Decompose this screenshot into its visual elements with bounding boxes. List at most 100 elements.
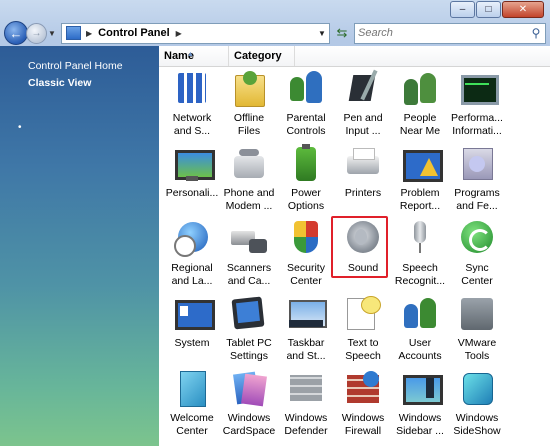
task-pane: Control Panel Home • Classic View [0,46,159,446]
icon-part [403,375,443,405]
item-label: Parental Controls [286,112,326,137]
control-panel-window: – □ ✕ ← → ▼ ▶ Control Panel ▶ ▼ ⇆ ⚲ Cont… [0,0,550,446]
icon-part [353,148,375,160]
forward-button[interactable]: → [26,22,47,44]
item-label: Text to Speech [345,337,381,362]
control-panel-item[interactable]: Offline Files [220,69,278,138]
security-center-icon [286,219,326,259]
control-panel-item[interactable]: Phone and Modem ... [220,144,278,213]
control-panel-item[interactable]: System [163,294,221,350]
search-input[interactable] [355,23,527,43]
control-panel-item[interactable]: Windows Sidebar ... [391,369,449,438]
item-label: Windows Defender [284,412,328,437]
item-label: Printers [344,187,382,199]
power-options-icon [286,144,326,184]
icon-part [180,371,206,407]
control-panel-item[interactable]: Personali... [163,144,221,200]
control-panel-home-link[interactable]: Control Panel Home [28,60,123,72]
control-panel-item[interactable]: Parental Controls [277,69,335,138]
maximize-button[interactable]: □ [476,1,501,18]
control-panel-item[interactable]: User Accounts [391,294,449,363]
icon-part [463,373,493,405]
icon-part [236,300,260,324]
control-panel-item[interactable]: Text to Speech [334,294,392,363]
refresh-button[interactable]: ⇆ [332,24,352,43]
programs-features-icon [457,144,497,184]
control-panel-item[interactable]: Windows Defender [277,369,335,438]
search-box[interactable]: ⚲ [354,22,546,44]
control-panel-item[interactable]: Printers [334,144,392,200]
control-panel-item[interactable]: Tablet PC Settings [220,294,278,363]
item-label: Taskbar and St... [286,337,326,362]
classic-view-link[interactable]: Classic View [28,77,91,89]
icon-part [363,371,379,387]
control-panel-item[interactable]: Programs and Fe... [448,144,506,213]
performance-icon [457,69,499,109]
control-panel-item[interactable]: Scanners and Ca... [220,219,278,288]
close-button[interactable]: ✕ [502,1,544,18]
control-panel-item[interactable]: Sound [331,216,392,278]
control-panel-item[interactable]: Pen and Input ... [334,69,392,138]
icon-part [465,83,489,85]
sort-ascending-icon: ▲ [187,51,194,58]
icon-part [241,373,267,407]
icon-part [290,77,304,101]
user-accounts-icon [400,294,440,334]
vmware-tools-icon [457,294,497,334]
column-category[interactable]: Category [229,46,295,66]
phone-modem-icon [229,144,269,184]
icon-part [178,73,206,103]
icon-part [239,149,259,156]
control-panel-item[interactable]: Regional and La... [163,219,221,288]
minimize-button[interactable]: – [450,1,475,18]
recent-pages-dropdown[interactable]: ▼ [48,29,56,38]
control-panel-item[interactable]: Windows Firewall [334,369,392,438]
parental-controls-icon [286,69,326,109]
item-label: Windows SideShow [453,412,501,437]
address-bar[interactable]: ▶ Control Panel ▶ ▼ [61,22,330,44]
cardspace-icon [229,369,269,409]
control-panel-item[interactable]: Power Options [277,144,335,213]
address-dropdown-icon[interactable]: ▼ [315,29,329,38]
control-panel-item[interactable]: Security Center [277,219,335,288]
search-icon[interactable]: ⚲ [527,26,545,40]
icon-part [306,71,322,103]
icon-part [290,375,322,401]
item-label: Network and S... [172,112,212,137]
breadcrumb-chevron-icon[interactable]: ▶ [86,29,92,38]
breadcrumb-control-panel[interactable]: Control Panel [98,27,170,39]
offline-files-icon [229,69,269,109]
breadcrumb-chevron-icon[interactable]: ▶ [176,29,182,38]
column-name[interactable]: Name ▲ [159,46,229,66]
control-panel-item[interactable]: Windows SideShow [448,369,506,438]
control-panel-item[interactable]: Problem Report... [391,144,449,213]
item-label: Speech Recognit... [394,262,446,287]
control-panel-item[interactable]: VMware Tools [448,294,506,363]
control-panel-item[interactable]: Windows CardSpace [220,369,278,438]
icon-part [302,144,310,149]
control-panel-item[interactable]: Taskbar and St... [277,294,335,363]
control-panel-item[interactable]: Sync Center [448,219,506,288]
icon-part [296,147,316,181]
tablet-pc-icon [229,294,269,334]
sideshow-icon [457,369,497,409]
problem-reports-icon [400,144,443,184]
item-label: VMware Tools [457,337,497,362]
item-label: Phone and Modem ... [223,187,275,212]
control-panel-item[interactable]: Performa... Informati... [448,69,506,138]
control-panel-item[interactable]: Speech Recognit... [391,219,449,288]
control-panel-item[interactable]: Welcome Center [163,369,221,438]
item-label: Programs and Fe... [454,187,500,212]
column-header: Name ▲ Category [159,46,550,67]
taskbar-start-icon [286,294,327,334]
icon-part [419,243,421,253]
control-panel-item[interactable]: People Near Me [391,69,449,138]
icon-part [426,378,434,398]
welcome-center-icon [172,369,212,409]
item-label: System [174,337,210,349]
control-panel-item[interactable]: Network and S... [163,69,221,138]
item-label: Regional and La... [171,262,213,287]
icon-part [234,156,264,178]
item-label: Sync Center [461,262,493,287]
back-button[interactable]: ← [4,21,28,45]
